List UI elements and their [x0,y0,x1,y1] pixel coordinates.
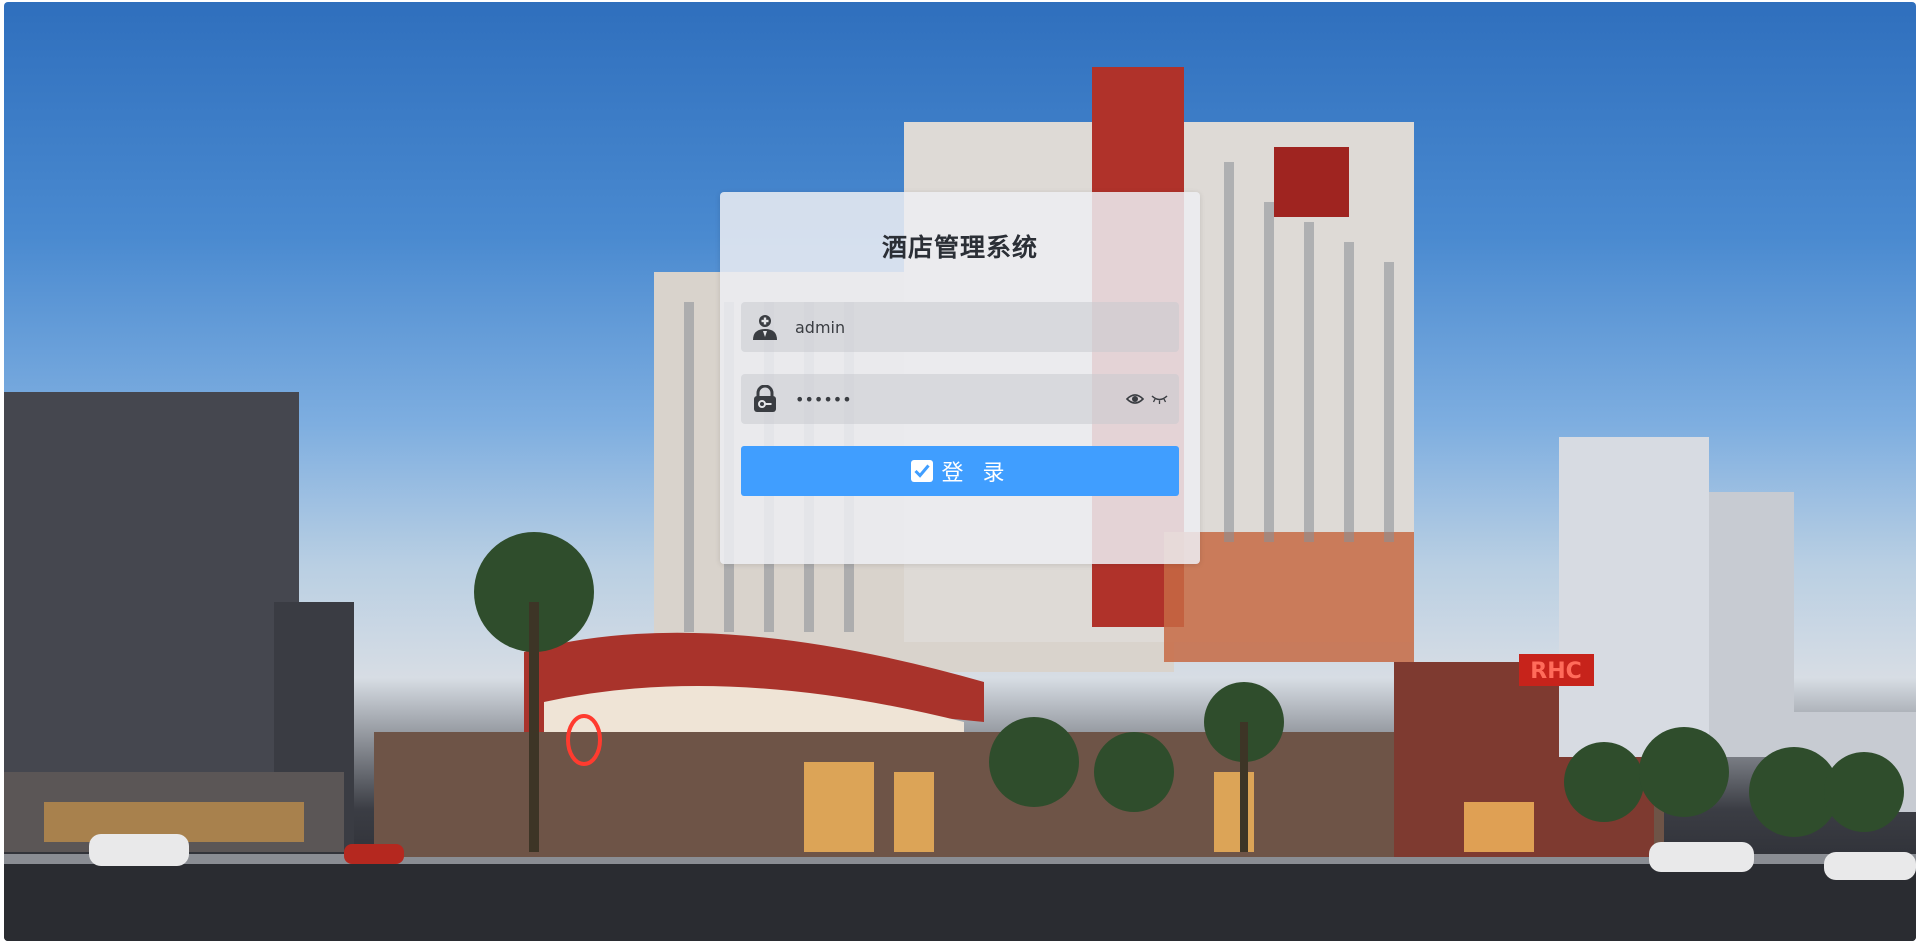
username-input[interactable] [795,302,1095,352]
user-icon [753,315,777,340]
login-button[interactable]: 登 录 [741,446,1179,496]
eye-icon[interactable] [1126,391,1144,407]
password-input[interactable] [795,374,1095,424]
check-square-icon [910,460,933,482]
rooftop-sign: RHC [1530,659,1582,684]
eye-closed-icon[interactable] [1151,393,1168,405]
system-title: 酒店管理系统 [881,233,1038,262]
lock-icon [754,385,776,412]
login-card: 酒店管理系统 admin 登 录 [720,192,1200,564]
password-field [741,374,1179,424]
login-button-label: 登 录 [941,461,1011,486]
username-field [741,302,1179,352]
